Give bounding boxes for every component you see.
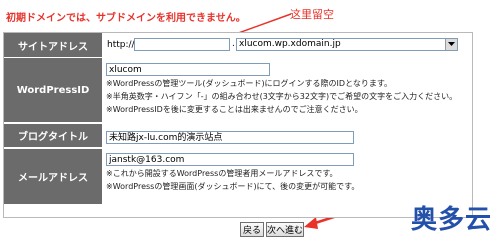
wordpress-id-note-1: ※WordPressの管理ツール(ダッシュボード)にログインする際のIDとなりま… [106,79,393,88]
wordpress-id-input[interactable]: xlucom [106,63,270,76]
next-button[interactable]: 次へ進む [266,222,304,237]
domain-select[interactable]: xlucom.wp.xdomain.jp [236,38,458,51]
domain-select-value: xlucom.wp.xdomain.jp [239,39,341,49]
http-prefix: http:// [107,40,135,50]
back-button[interactable]: 戻る [240,222,264,237]
subdomain-notice: 初期ドメインでは、サブドメインを利用できません。 [6,13,246,24]
label-site-address: サイトアドレス [4,33,102,58]
brand-watermark: 奥多云 [410,205,492,235]
wordpress-id-note-3: ※WordPressIDを後に変更することは出来ませんのでご注意ください。 [106,105,363,114]
subdomain-input[interactable] [134,38,230,51]
email-input[interactable]: janstk@163.com [106,153,354,166]
blog-title-input[interactable]: 未知路jx-lu.com的演示站点 [106,131,354,144]
annotation-arrow-bottom-head [304,217,318,229]
dot-separator: . [232,39,235,49]
chevron-down-icon [445,39,457,50]
label-wordpress-id: WordPressID [4,58,102,123]
wordpress-id-note-2: ※半角英数字・ハイフン「-」の組み合わせ(3文字から32文字)でご希望の文字をご… [106,92,458,101]
annotation-leave-empty: 这里留空 [290,8,334,21]
label-blog-title: ブログタイトル [4,124,102,148]
label-email: メールアドレス [4,149,102,205]
email-note-1: ※これから開設するWordPressの管理者用メールアドレスです。 [106,169,338,178]
email-note-2: ※WordPressの管理画面(ダッシュボード)にて、後の変更が可能です。 [106,182,360,191]
